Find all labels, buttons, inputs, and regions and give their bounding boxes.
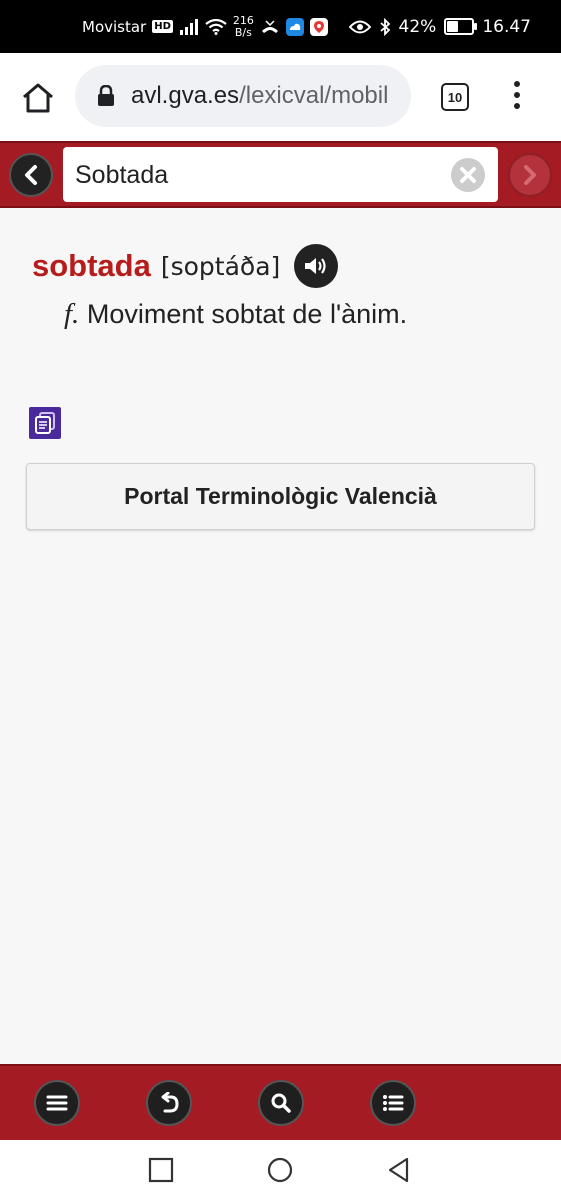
list-button[interactable] [370,1080,416,1126]
definition-text: Moviment sobtat de l'ànim. [86,299,408,329]
status-left: Movistar HD 216 B/s [82,0,328,53]
battery-icon [444,18,478,35]
tab-switcher-button[interactable]: 10 [441,83,469,111]
search-input[interactable] [73,147,437,204]
url-path: /lexicval/mobil [239,82,389,109]
wifi-icon [205,18,227,35]
speed-unit: B/s [234,25,252,39]
chevron-left-icon [25,165,37,185]
browser-toolbar: avl.gva.es/lexicval/mobil 10 [0,53,561,141]
chevron-right-icon [524,165,536,185]
url-text: avl.gva.es/lexicval/mobil [131,82,388,110]
search-icon [271,1093,291,1113]
undo-icon [161,1092,179,1113]
status-right: 42% 16.47 [348,0,531,53]
hd-badge: HD [152,20,173,33]
more-options-icon[interactable] [510,81,524,113]
definition: f. Moviment sobtat de l'ànim. [64,298,407,331]
back-button[interactable] [9,153,53,197]
missed-call-icon [261,19,278,33]
lock-icon [98,85,114,106]
search-header [0,141,561,208]
home-nav-icon[interactable] [266,1156,294,1184]
menu-button[interactable] [34,1080,80,1126]
headword: sobtada [32,248,151,283]
clear-icon [460,167,476,183]
network-speed: 216 B/s [233,14,254,39]
status-bar: Movistar HD 216 B/s 42% 16.47 [0,0,561,53]
battery-percent: 42% [398,16,437,37]
search-button[interactable] [258,1080,304,1126]
recents-icon[interactable] [147,1156,175,1184]
carrier-name: Movistar [82,17,147,36]
grammar-category: f. [64,298,80,330]
dictionary-entry: sobtada [soptáða] [32,244,339,288]
bottom-toolbar [0,1064,561,1140]
address-bar[interactable]: avl.gva.es/lexicval/mobil [75,65,411,127]
map-app-icon [309,17,328,36]
eye-icon [348,20,371,33]
copy-icon[interactable] [29,407,61,439]
cloud-app-icon [285,17,304,36]
search-box [63,147,498,204]
forward-button[interactable] [508,153,552,197]
speaker-icon [305,258,326,274]
battery-fill [447,21,459,32]
home-icon[interactable] [20,80,56,116]
signal-icon [179,18,198,35]
url-host: avl.gva.es [131,82,240,109]
clear-button[interactable] [451,158,485,192]
list-icon [383,1095,404,1111]
portal-terminologic-button[interactable]: Portal Terminològic Valencià [26,463,535,530]
back-nav-icon[interactable] [385,1156,413,1184]
clock: 16.47 [482,16,531,37]
audio-button[interactable] [294,244,339,288]
hamburger-menu-icon [46,1095,68,1111]
bluetooth-icon [379,17,390,36]
copy-glyph-icon [35,412,55,434]
undo-button[interactable] [146,1080,192,1126]
system-nav-bar [0,1140,561,1200]
phonetic-transcription: [soptáða] [160,251,281,281]
